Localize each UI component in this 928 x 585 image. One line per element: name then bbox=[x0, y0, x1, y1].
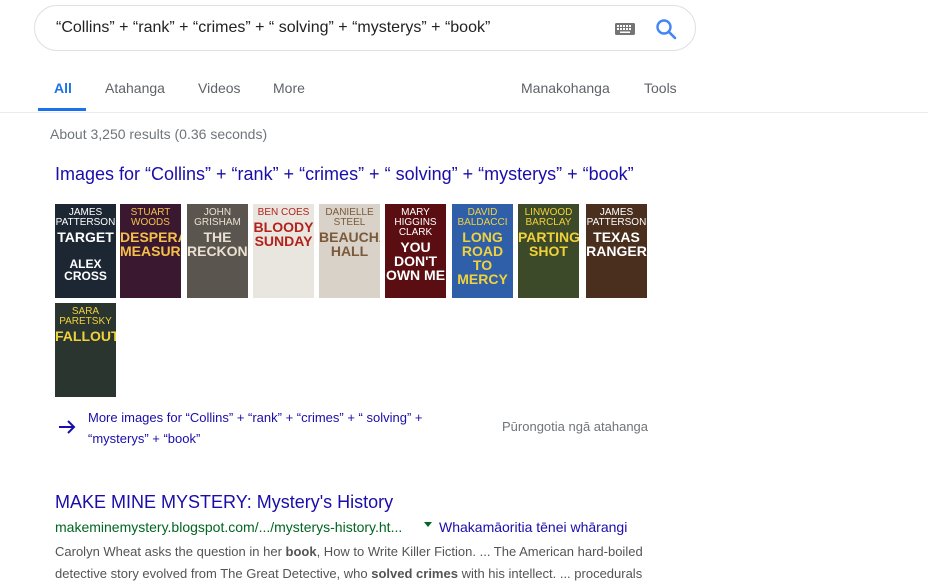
tab-settings[interactable]: Manakohanga bbox=[521, 80, 610, 96]
image-thumbnail[interactable]: STUART WOODSDESPERATE MEASURES bbox=[120, 204, 181, 298]
arrow-right-icon bbox=[59, 420, 76, 434]
thumbnail-title: DESPERATE MEASURES bbox=[120, 229, 181, 259]
thumbnail-author: SARA PARETSKY bbox=[59, 306, 112, 327]
thumbnail-title: PARTING SHOT bbox=[518, 229, 579, 259]
tab-videos[interactable]: Videos bbox=[198, 80, 241, 96]
active-tab-indicator bbox=[38, 108, 86, 111]
snippet-text: Carolyn Wheat asks the question in her bbox=[55, 544, 286, 559]
image-thumbnail[interactable]: DANIELLE STEELBEAUCHAMP HALL bbox=[319, 204, 380, 298]
thumbnail-author: JOHN GRISHAM bbox=[194, 207, 241, 228]
thumbnail-author: LINWOOD BARCLAY bbox=[524, 207, 573, 228]
thumbnail-author: DAVID BALDACCI bbox=[457, 207, 508, 228]
image-thumbnail[interactable]: BEN COES BLOODY SUNDAY bbox=[253, 204, 314, 298]
result-stats: About 3,250 results (0.36 seconds) bbox=[50, 126, 268, 142]
tab-more[interactable]: More bbox=[273, 80, 305, 96]
image-thumbnail[interactable]: JAMES PATTERSON TEXAS RANGER bbox=[586, 204, 647, 298]
thumbnail-title: TARGET bbox=[57, 229, 114, 245]
search-input[interactable]: “Collins” + “rank” + “crimes” + “ solvin… bbox=[56, 19, 490, 37]
more-images-text[interactable]: More images for “Collins” + “rank” + “cr… bbox=[88, 407, 468, 449]
result-title-link[interactable]: MAKE MINE MYSTERY: Mystery's History bbox=[55, 492, 393, 513]
tab-all[interactable]: All bbox=[54, 80, 72, 96]
image-thumbnail[interactable]: DAVID BALDACCI LONG ROAD TO MERCY bbox=[452, 204, 513, 298]
keyboard-icon[interactable] bbox=[615, 23, 635, 35]
image-thumbnail[interactable]: MARY HIGGINS CLARK YOU DON'T OWN ME bbox=[385, 204, 446, 298]
thumbnail-title: TEXAS RANGER bbox=[586, 229, 647, 259]
thumbnail-title: THE RECKONING bbox=[187, 229, 248, 259]
thumbnail-title: FALLOUT bbox=[55, 328, 116, 344]
search-box[interactable]: “Collins” + “rank” + “crimes” + “ solvin… bbox=[34, 5, 696, 51]
image-thumbnail[interactable]: JAMES PATTERSON TARGET ALEX CROSS bbox=[55, 204, 116, 298]
images-heading-link[interactable]: Images for “Collins” + “rank” + “crimes”… bbox=[55, 164, 634, 185]
snippet-highlight: book bbox=[285, 544, 317, 559]
result-snippet: Carolyn Wheat asks the question in her b… bbox=[55, 541, 685, 585]
thumbnail-author: JAMES PATTERSON bbox=[586, 207, 647, 228]
thumbnail-author: JAMES PATTERSON bbox=[55, 207, 116, 228]
thumbnail-title: YOU DON'T OWN ME bbox=[385, 239, 446, 283]
image-thumbnail[interactable]: SARA PARETSKY FALLOUT bbox=[55, 303, 116, 397]
result-url: makeminemystery.blogspot.com/.../mystery… bbox=[55, 519, 403, 535]
thumbnail-author: STUART WOODS bbox=[130, 207, 171, 228]
translate-page-link[interactable]: Whakamāoritia tēnei whārangi bbox=[439, 519, 627, 535]
search-icon[interactable] bbox=[655, 18, 677, 40]
image-thumbnail[interactable]: LINWOOD BARCLAY PARTING SHOT bbox=[518, 204, 579, 298]
thumbnail-author: MARY HIGGINS CLARK bbox=[394, 207, 437, 238]
chevron-down-icon[interactable] bbox=[424, 522, 432, 527]
tab-images[interactable]: Atahanga bbox=[105, 80, 165, 96]
thumbnail-title: BEAUCHAMP HALL bbox=[319, 229, 380, 259]
search-tabs: All Atahanga Videos More Manakohanga Too… bbox=[0, 70, 928, 113]
thumbnail-series: ALEX CROSS bbox=[64, 257, 107, 283]
thumbnail-title: LONG ROAD TO MERCY bbox=[457, 229, 508, 287]
image-thumbnail[interactable]: JOHN GRISHAMTHE RECKONING bbox=[187, 204, 248, 298]
report-images-link[interactable]: Pūrongotia ngā atahanga bbox=[502, 419, 648, 434]
thumbnail-title: BLOODY SUNDAY bbox=[253, 219, 314, 249]
thumbnail-author: BEN COES bbox=[257, 207, 310, 218]
tab-tools[interactable]: Tools bbox=[644, 80, 677, 96]
thumbnail-author: DANIELLE STEEL bbox=[325, 207, 374, 228]
